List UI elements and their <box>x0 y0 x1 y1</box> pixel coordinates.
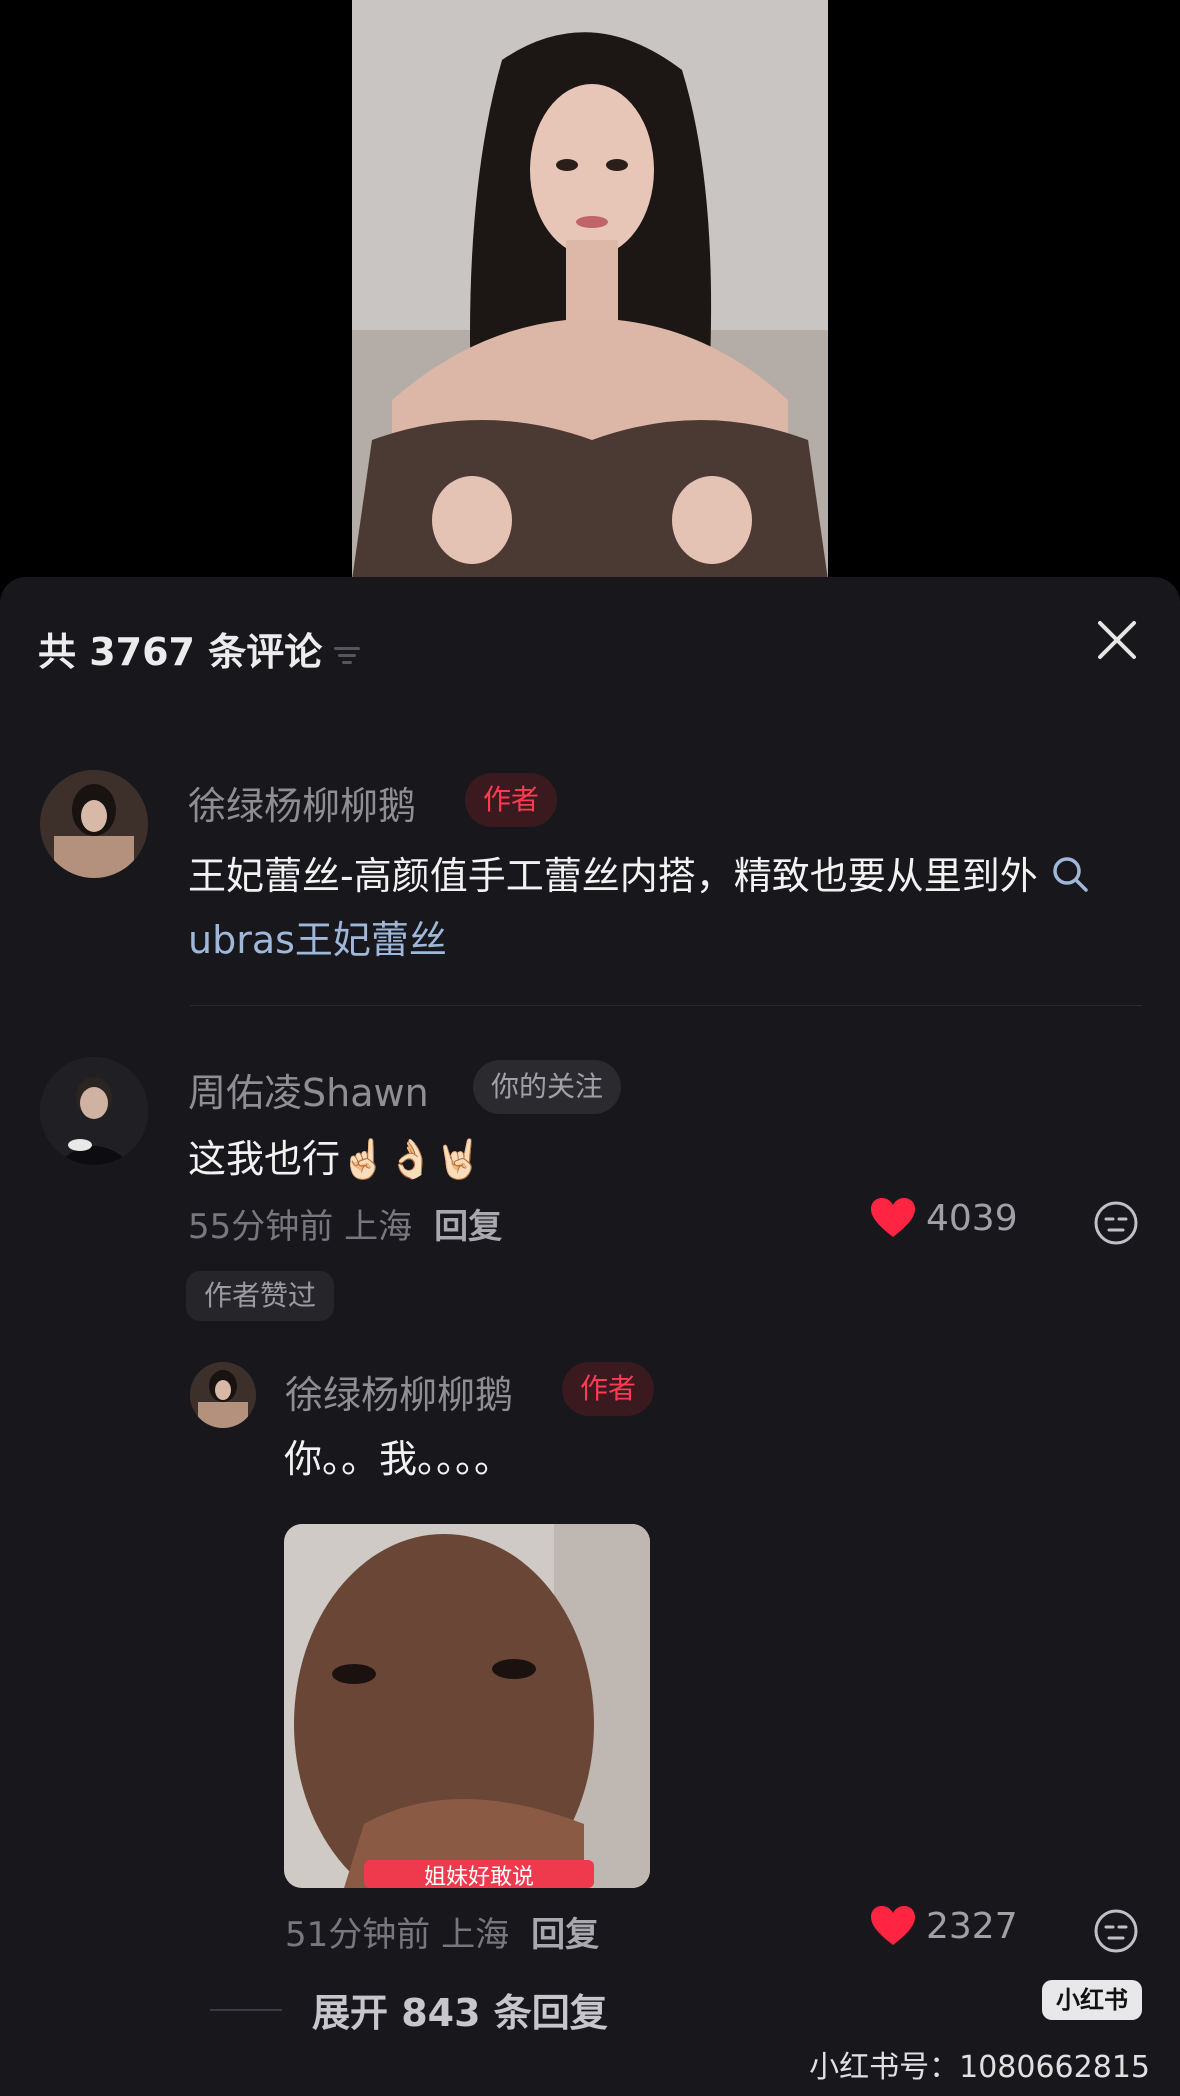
video-thumbnail <box>352 0 828 580</box>
reaction-face-icon[interactable] <box>1092 1907 1140 1955</box>
author-badge: 作者 <box>562 1362 655 1416</box>
reply-username[interactable]: 徐绿杨柳柳鹅 <box>285 1364 513 1419</box>
avatar[interactable] <box>190 1362 256 1428</box>
comment-body: 王妃蕾丝-高颜值手工蕾丝内搭，精致也要从里到外 <box>188 854 1038 898</box>
like-count: 4039 <box>926 1197 1018 1239</box>
comments-header: 共 3767 条评论 <box>38 621 364 676</box>
image-caption: 姐妹好敢说 <box>424 1865 534 1888</box>
comment-count-title: 共 3767 条评论 <box>38 630 323 674</box>
reply-text: 你。。我。。。。 <box>284 1437 513 1481</box>
heart-icon <box>871 1906 915 1945</box>
comments-sheet: 共 3767 条评论 徐绿杨柳柳鹅 作者 王妃蕾丝-高颜值手工蕾丝内搭，精致也要… <box>0 577 1180 2096</box>
search-link-text: ubras王妃蕾丝 <box>188 918 447 962</box>
comment-time-location: 55分钟前 上海 <box>188 1207 413 1247</box>
reaction-image: 姐妹好敢说 <box>284 1524 650 1888</box>
user-avatar-image <box>40 1057 148 1165</box>
avatar[interactable] <box>40 1057 148 1165</box>
comment-meta: 55分钟前 上海 回复 <box>188 1199 502 1248</box>
author-avatar-image <box>190 1362 256 1428</box>
author-avatar-image <box>40 770 148 878</box>
reply-button[interactable]: 回复 <box>434 1207 502 1247</box>
comment-text: 这我也行☝🏻👌🏻🤘🏻 <box>188 1137 482 1181</box>
comment-username[interactable]: 周佑凌Shawn <box>188 1062 429 1117</box>
close-button[interactable] <box>1092 615 1142 665</box>
reaction-face-icon[interactable] <box>1092 1199 1140 1247</box>
author-badge: 作者 <box>465 773 558 827</box>
comment-text: 王妃蕾丝-高颜值手工蕾丝内搭，精致也要从里到外 ubras王妃蕾丝 <box>188 844 1138 972</box>
avatar[interactable] <box>40 770 148 878</box>
reply-button[interactable]: 回复 <box>531 1915 599 1955</box>
like-count: 2327 <box>926 1905 1018 1947</box>
reply-meta: 51分钟前 上海 回复 <box>285 1907 599 1956</box>
reply-image[interactable]: 姐妹好敢说 <box>284 1524 650 1888</box>
divider <box>190 1005 1142 1006</box>
watermark-logo: 小红书 <box>1042 1980 1142 2020</box>
following-badge: 你的关注 <box>473 1060 622 1114</box>
sort-icon[interactable] <box>330 635 364 664</box>
like-button[interactable]: 2327 <box>870 1905 1018 1947</box>
search-icon <box>1053 857 1088 892</box>
heart-icon <box>871 1198 915 1237</box>
expand-replies-label: 展开 843 条回复 <box>312 1991 608 2035</box>
watermark-id: 小红书号：1080662815 <box>809 2050 1150 2085</box>
comment-username[interactable]: 徐绿杨柳柳鹅 <box>188 775 416 830</box>
author-liked-badge: 作者赞过 <box>186 1271 335 1321</box>
like-button[interactable]: 4039 <box>870 1197 1018 1239</box>
expand-line <box>210 2008 282 2011</box>
expand-replies-button[interactable]: 展开 843 条回复 <box>210 1982 608 2037</box>
video-frame[interactable] <box>352 0 828 580</box>
video-player[interactable] <box>0 0 1180 580</box>
close-icon <box>1098 621 1136 659</box>
reply-time-location: 51分钟前 上海 <box>285 1915 510 1955</box>
